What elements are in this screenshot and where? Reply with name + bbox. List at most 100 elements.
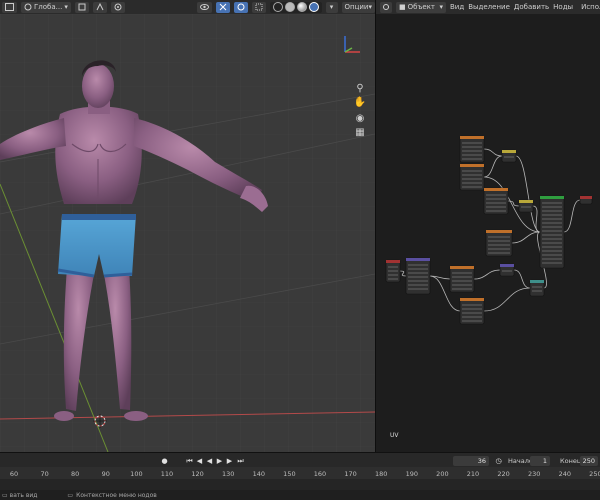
node-link[interactable] [399, 270, 407, 277]
frame-ruler[interactable]: 60 70 80 90 100 110 120 130 140 150 160 170 180 190 20… [0, 467, 600, 479]
node-link[interactable] [483, 155, 503, 178]
options-dropdown[interactable]: Опции ▾ [341, 1, 375, 13]
shader-node[interactable] [449, 265, 475, 293]
frame-tick: 100 [130, 470, 143, 478]
jump-end-icon[interactable]: ⏭ [236, 456, 245, 466]
pivot-icon [78, 3, 86, 11]
frame-tick: 90 [101, 470, 110, 478]
clock-icon[interactable]: ◷ [494, 456, 503, 466]
frame-tick: 110 [160, 470, 174, 478]
shader-node[interactable] [483, 187, 509, 215]
node-link[interactable] [483, 287, 531, 312]
play-icon[interactable]: ▶ [215, 456, 224, 466]
shader-node[interactable] [485, 229, 513, 257]
frame-tick: 200 [436, 470, 449, 478]
frame-tick: 230 [527, 470, 541, 478]
overlay-toggle-button[interactable] [233, 1, 248, 13]
next-keyframe-icon[interactable]: ▶ [225, 456, 234, 466]
viewport-grid [0, 14, 375, 452]
frame-tick: 220 [497, 470, 510, 478]
node-editor-icon [383, 4, 389, 10]
zoom-icon[interactable]: ⚲ [353, 82, 367, 96]
play-reverse-icon[interactable]: ◀ [205, 456, 214, 466]
xray-icon [255, 3, 263, 11]
shader-node[interactable] [529, 279, 545, 297]
pan-hand-icon[interactable]: ✋ [353, 96, 367, 110]
status-left-text: вать вид [9, 491, 38, 499]
overlay-icon [237, 3, 245, 11]
node-link[interactable] [511, 231, 541, 244]
shader-node[interactable] [518, 199, 534, 213]
current-frame-field[interactable]: 36 [453, 456, 489, 466]
shader-node[interactable] [459, 135, 485, 163]
node-link[interactable] [513, 269, 531, 289]
visibility-button[interactable] [196, 1, 212, 13]
shader-node-editor[interactable]: ■ Объект ▾ Вид Выделение Добавить Ноды И… [375, 0, 600, 452]
status-context-text: Контекстное меню нодов [76, 491, 157, 499]
frame-tick: 170 [344, 470, 357, 478]
menu-add[interactable]: Добавить [514, 3, 549, 11]
shading-wireframe-button[interactable] [269, 1, 322, 13]
object-type-dropdown[interactable]: ■ Объект ▾ [396, 1, 446, 13]
snap-button[interactable] [92, 1, 107, 13]
shading-rendered-icon [308, 2, 319, 12]
frame-tick: 160 [313, 470, 327, 478]
shading-options-button[interactable]: ▾ [325, 1, 338, 13]
chevron-down-icon: ▾ [439, 3, 443, 11]
shader-node[interactable] [405, 257, 431, 295]
shader-node[interactable] [501, 149, 517, 163]
frame-tick: 70 [40, 470, 49, 478]
menu-select[interactable]: Выделение [468, 3, 510, 11]
xray-button[interactable] [251, 1, 266, 13]
node-canvas[interactable] [376, 14, 600, 452]
frame-tick: 60 [9, 470, 19, 478]
shader-node[interactable] [539, 195, 565, 269]
snap-icon [96, 3, 104, 11]
node-link[interactable] [563, 199, 581, 233]
timeline[interactable]: ● ⏮ ◀ ◀ ▶ ▶ ⏭ 36 ◷ Начало 1 Конец 250 60… [0, 452, 600, 491]
frame-tick: 140 [252, 470, 266, 478]
node-link[interactable] [507, 200, 520, 207]
node-link[interactable] [483, 148, 503, 157]
camera-icon[interactable]: ◉ [353, 112, 367, 126]
eye-icon [199, 4, 209, 10]
shading-material-icon [296, 2, 307, 12]
object-cube-icon: ■ [399, 3, 406, 11]
gizmo-toggle-button[interactable] [215, 1, 230, 13]
editor-type-button[interactable] [2, 1, 17, 13]
editor-type-button[interactable] [380, 1, 392, 13]
grid-icon[interactable]: ▦ [353, 126, 367, 140]
frame-tick: 120 [191, 470, 204, 478]
frame-tick: 210 [466, 470, 480, 478]
frame-tick: 180 [374, 470, 388, 478]
transform-orientation-dropdown[interactable]: Глоба... ▾ [21, 1, 71, 13]
object-label: Объект [407, 3, 436, 11]
node-link[interactable] [473, 269, 501, 280]
proportional-edit-button[interactable] [110, 1, 125, 13]
shader-node[interactable] [499, 263, 515, 277]
viewport-scene[interactable] [0, 14, 375, 452]
prev-keyframe-icon[interactable]: ◀ [195, 456, 204, 466]
menu-view[interactable]: Вид [450, 3, 464, 11]
pivot-point-button[interactable] [74, 1, 89, 13]
uv-map-label: UV [390, 432, 399, 439]
shader-node[interactable] [459, 297, 485, 325]
shader-node[interactable] [459, 163, 485, 191]
node-editor-header: ■ Объект ▾ Вид Выделение Добавить Ноды И… [376, 0, 600, 14]
timeline-controls: ● ⏮ ◀ ◀ ▶ ▶ ⏭ 36 ◷ Начало 1 Конец 250 [0, 455, 600, 467]
3d-viewport[interactable]: Глоба... ▾ ▾ Опции ▾ ⚲ ✋ ◉ ▦ [0, 0, 375, 452]
frame-tick: 190 [405, 470, 419, 478]
chevron-down-icon: ▾ [368, 3, 372, 11]
frame-tick: 150 [283, 470, 296, 478]
use-nodes-label: Использ... [581, 3, 600, 11]
menu-nodes[interactable]: Ноды [553, 3, 573, 11]
mouse-right-icon: ▭ [67, 491, 74, 499]
jump-start-icon[interactable]: ⏮ [185, 456, 194, 466]
keyframe-dot-icon[interactable]: ● [160, 456, 169, 466]
start-frame-field[interactable]: 1 [530, 456, 550, 466]
end-frame-field[interactable]: 250 [580, 456, 598, 466]
shading-solid-icon [284, 2, 295, 12]
shader-node[interactable] [579, 195, 593, 205]
node-link[interactable] [532, 205, 541, 233]
shader-node[interactable] [385, 259, 401, 283]
